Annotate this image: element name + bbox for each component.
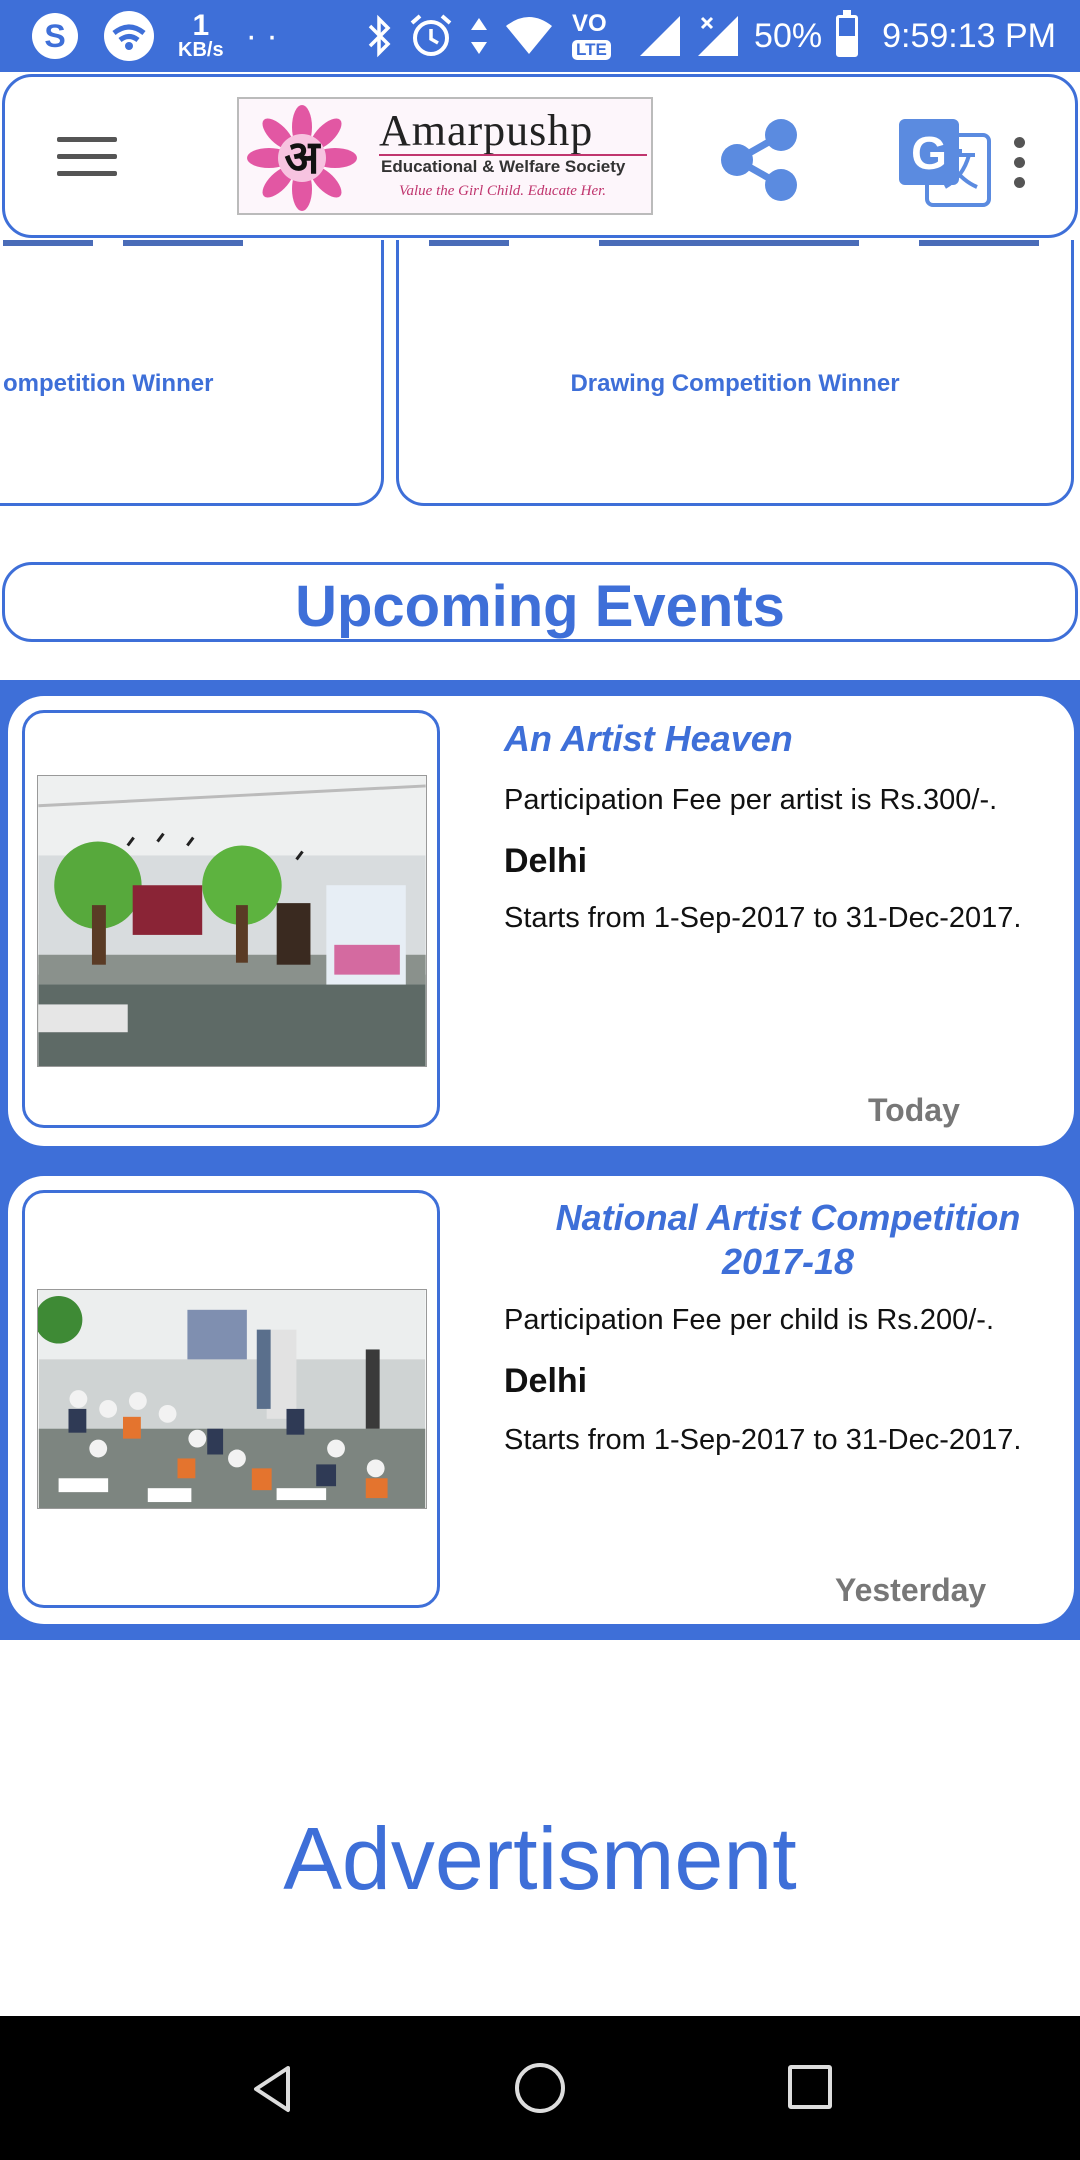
upcoming-events-header: Upcoming Events [2,562,1078,642]
winner-card-label: Drawing Competition Winner [570,370,900,397]
screen: S 1 KB/s · · VO LTE 50% 9:59:13 PM अ Ama… [0,0,1080,2160]
event-title[interactable]: An Artist Heaven [504,718,1060,760]
logo-subtitle: Educational & Welfare Society [381,157,626,176]
event-fee: Participation Fee per artist is Rs.300/-… [504,784,998,816]
wifi-icon [104,11,154,61]
winner-card-left[interactable]: ompetition Winner [0,240,384,506]
bluetooth-icon [368,14,391,58]
lte-label: LTE [572,40,611,60]
event-fee: Participation Fee per child is Rs.200/-. [504,1304,994,1336]
winner-card-drawing[interactable]: Drawing Competition Winner [396,240,1074,506]
network-speed: 1 KB/s [178,9,224,61]
event-dates: Starts from 1-Sep-2017 to 31-Dec-2017. [504,1424,1022,1456]
logo-name: Amarpushp [379,106,594,155]
event-photo-children [37,1289,427,1509]
back-icon[interactable] [248,2064,298,2114]
recents-icon[interactable] [788,2065,832,2109]
system-nav-bar [0,2016,1080,2160]
more-vert-icon[interactable] [1009,137,1029,197]
status-dots: · · [245,16,278,55]
skype-icon: S [32,13,78,59]
event-title[interactable]: National Artist Competition 2017-18 [538,1196,1038,1284]
logo-glyph: अ [284,130,321,184]
event-city: Delhi [504,842,588,880]
event-photo-stage [37,775,427,1067]
network-speed-unit: KB/s [178,39,224,61]
logo-tagline: Value the Girl Child. Educate Her. [399,183,607,199]
svg-text:S: S [44,18,65,54]
event-card[interactable]: An Artist Heaven Participation Fee per a… [8,696,1074,1146]
battery-icon [836,10,859,57]
events-list: An Artist Heaven Participation Fee per a… [0,680,1080,1640]
event-city: Delhi [504,1362,588,1400]
battery-level-fill [839,36,856,54]
event-date-label: Today [868,1092,960,1128]
logo-divider [379,154,647,156]
upcoming-events-title: Upcoming Events [295,574,785,639]
wifi-signal-icon [506,17,553,54]
alarm-icon [410,14,452,56]
brand-logo[interactable]: अ Amarpushp Educational & Welfare Societ… [237,97,653,215]
translate-icon[interactable]: G [897,115,993,209]
volte-label: VO [572,10,607,37]
event-card[interactable]: National Artist Competition 2017-18 Part… [8,1176,1074,1624]
advertisement-label: Advertisment [283,1809,797,1908]
menu-icon[interactable] [57,137,117,181]
volte-icon: VO LTE [568,8,624,64]
winner-card-label: ompetition Winner [3,370,214,397]
event-image-frame [22,1190,440,1608]
cell-signal-x-icon [698,16,739,56]
home-icon[interactable] [515,2063,565,2113]
battery-percent: 50% [754,16,823,55]
event-dates: Starts from 1-Sep-2017 to 31-Dec-2017. [504,902,1022,934]
lotus-logo-icon: अ [247,105,357,211]
data-arrows-icon [471,18,488,54]
clock: 9:59:13 PM [882,16,1056,55]
event-image-frame [22,710,440,1128]
status-bar: S 1 KB/s · · VO LTE 50% 9:59:13 PM [0,0,1080,72]
cell-signal-icon [640,16,681,56]
share-icon[interactable] [715,115,805,205]
app-bar: अ Amarpushp Educational & Welfare Societ… [2,74,1078,238]
network-speed-value: 1 [192,9,210,42]
svg-text:G: G [911,127,947,179]
event-date-label: Yesterday [835,1572,987,1608]
